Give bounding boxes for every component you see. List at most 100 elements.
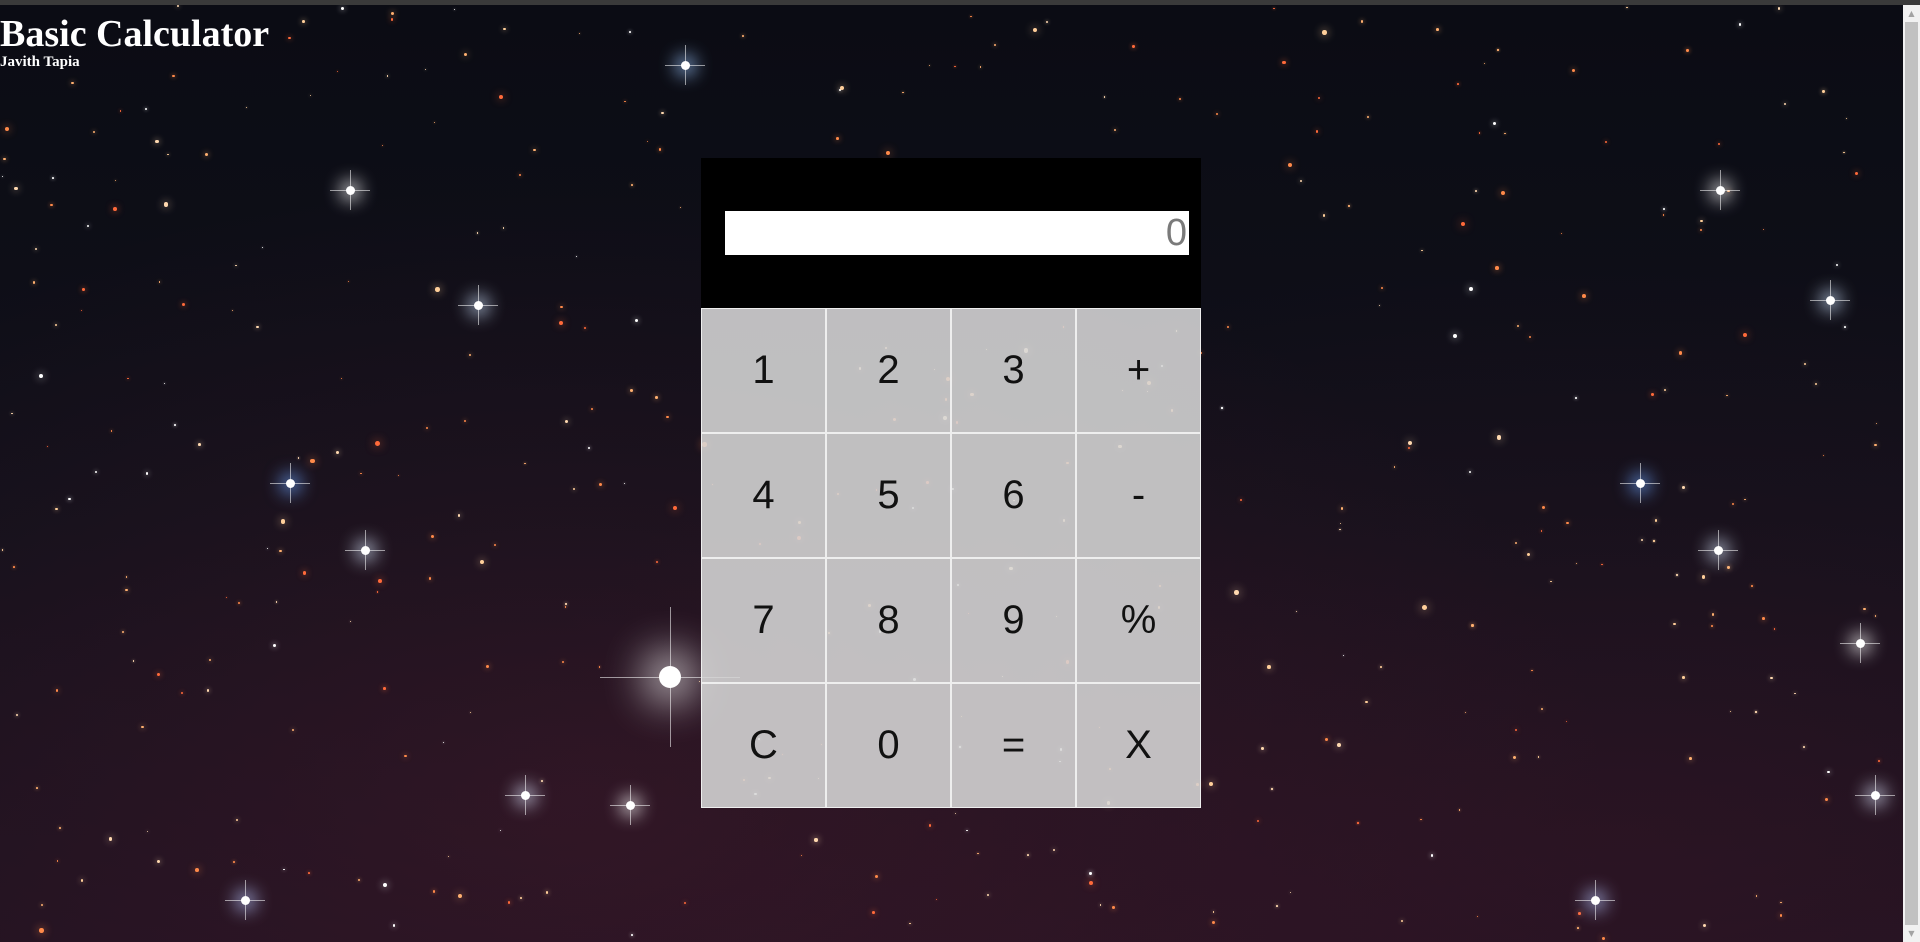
- calculator-display-input[interactable]: [725, 211, 1189, 255]
- star-decoration: [1676, 574, 1678, 576]
- star-decoration: [1825, 798, 1829, 801]
- star-decoration: [1495, 266, 1499, 270]
- star-decoration: [1380, 286, 1383, 289]
- star-decoration: [1738, 23, 1742, 26]
- star-decoration: [1212, 920, 1215, 924]
- star-decoration: [39, 928, 45, 933]
- star-decoration: [929, 65, 931, 67]
- star-decoration: [307, 872, 310, 875]
- star-decoration: [1514, 541, 1518, 545]
- star-decoration: [1360, 20, 1364, 23]
- star-decoration: [1379, 304, 1381, 306]
- star-decoration: [1471, 624, 1474, 627]
- star-decoration: [1045, 20, 1048, 23]
- key-5[interactable]: 5: [826, 433, 951, 558]
- key-2[interactable]: 2: [826, 308, 951, 433]
- star-decoration: [656, 561, 659, 564]
- star-decoration: [909, 922, 911, 925]
- key-equals[interactable]: =: [951, 683, 1076, 808]
- star-decoration: [126, 377, 129, 380]
- star-decoration: [576, 255, 578, 257]
- key-multiply[interactable]: X: [1076, 683, 1201, 808]
- star-decoration: [126, 576, 128, 578]
- star-decoration: [309, 94, 312, 97]
- star-decoration: [1777, 7, 1781, 11]
- star-decoration: [225, 596, 227, 599]
- star-decoration: [1703, 924, 1707, 928]
- scroll-up-arrow-icon[interactable]: ▲: [1903, 5, 1920, 22]
- star-decoration: [341, 377, 343, 380]
- key-1[interactable]: 1: [701, 308, 826, 433]
- key-6[interactable]: 6: [951, 433, 1076, 558]
- key-0[interactable]: 0: [826, 683, 951, 808]
- star-flare-decoration: [630, 785, 631, 825]
- star-decoration: [591, 408, 594, 411]
- star-decoration: [108, 837, 113, 841]
- star-flare-decoration: [685, 45, 686, 85]
- star-decoration: [1538, 756, 1540, 758]
- star-flare-decoration: [1640, 463, 1641, 503]
- scrollbar-thumb[interactable]: [1905, 22, 1918, 925]
- star-decoration: [836, 137, 840, 141]
- star-decoration: [1689, 756, 1693, 760]
- star-decoration: [546, 891, 549, 894]
- key-7[interactable]: 7: [701, 558, 826, 683]
- star-decoration: [198, 442, 201, 446]
- star-decoration: [1577, 927, 1579, 930]
- page-title: Basic Calculator: [0, 13, 270, 55]
- star-decoration: [1325, 737, 1329, 741]
- star-decoration: [1339, 528, 1341, 531]
- star-decoration: [1700, 219, 1703, 223]
- star-decoration: [1770, 676, 1773, 680]
- star-decoration: [1878, 759, 1880, 762]
- star-decoration: [629, 30, 631, 33]
- scroll-down-arrow-icon[interactable]: ▼: [1903, 925, 1920, 942]
- key-clear[interactable]: C: [701, 683, 826, 808]
- star-decoration: [281, 519, 286, 524]
- key-9[interactable]: 9: [951, 558, 1076, 683]
- star-decoration: [125, 588, 128, 592]
- star-decoration: [1783, 103, 1786, 106]
- star-decoration: [1560, 233, 1562, 235]
- star-decoration: [1337, 742, 1342, 747]
- star-decoration: [1822, 90, 1825, 93]
- key-subtract[interactable]: -: [1076, 433, 1201, 558]
- key-3[interactable]: 3: [951, 308, 1076, 433]
- star-decoration: [1261, 747, 1265, 750]
- star-decoration: [386, 75, 389, 77]
- star-decoration: [390, 11, 395, 15]
- star-decoration: [598, 482, 602, 486]
- star-decoration: [435, 287, 440, 293]
- key-8[interactable]: 8: [826, 558, 951, 683]
- star-decoration: [82, 288, 86, 292]
- star-decoration: [1393, 466, 1396, 468]
- star-decoration: [1844, 326, 1847, 329]
- key-percent[interactable]: %: [1076, 558, 1201, 683]
- star-flare-decoration: [365, 530, 366, 570]
- star-decoration: [177, 5, 180, 8]
- star-decoration: [11, 412, 13, 415]
- star-decoration: [1468, 287, 1473, 292]
- star-decoration: [970, 15, 972, 18]
- star-decoration: [374, 440, 380, 446]
- star-decoration: [1435, 28, 1439, 32]
- star-decoration: [1711, 613, 1715, 616]
- star-flare-decoration: [1860, 623, 1861, 663]
- star-decoration: [520, 896, 523, 899]
- star-decoration: [428, 577, 432, 580]
- star-flare-decoration: [1595, 880, 1596, 920]
- star-decoration: [1574, 397, 1577, 400]
- star-decoration: [383, 687, 386, 690]
- star-decoration: [1256, 819, 1259, 823]
- vertical-scrollbar[interactable]: ▲ ▼: [1903, 5, 1920, 942]
- star-decoration: [1475, 190, 1478, 192]
- star-decoration: [631, 934, 634, 937]
- star-decoration: [377, 579, 382, 584]
- star-decoration: [1408, 440, 1413, 445]
- star-decoration: [431, 534, 435, 538]
- star-decoration: [993, 43, 996, 46]
- key-4[interactable]: 4: [701, 433, 826, 558]
- star-decoration: [1566, 521, 1569, 525]
- star-decoration: [182, 302, 186, 306]
- key-add[interactable]: +: [1076, 308, 1201, 433]
